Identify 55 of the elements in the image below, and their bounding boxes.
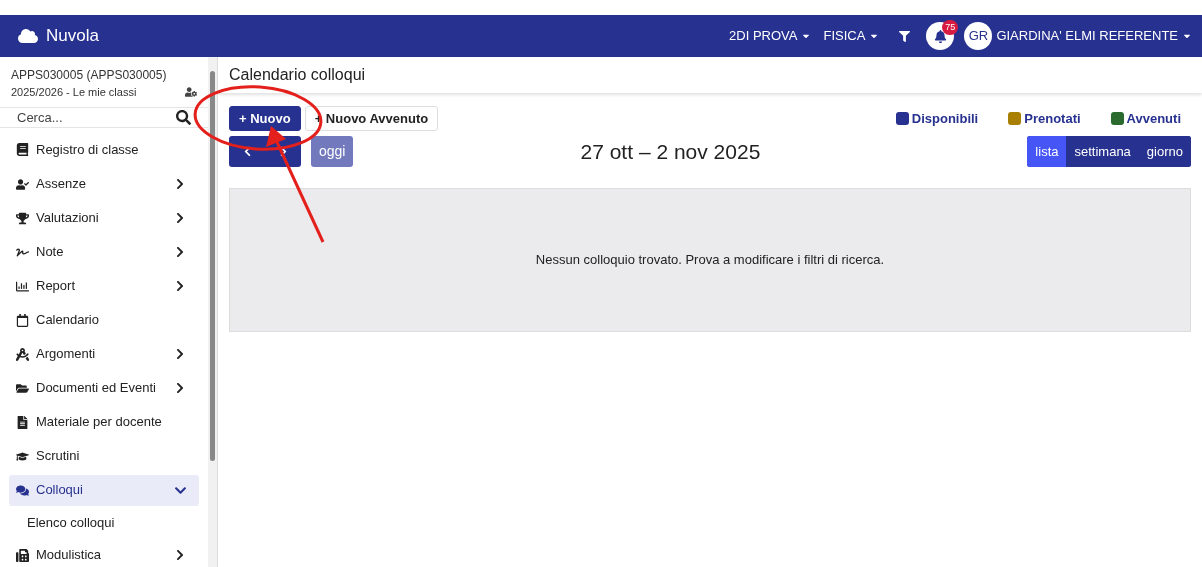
document-icon [16,415,29,429]
sidebar-item[interactable]: Registro di classe [9,134,199,165]
sidebar-item[interactable]: Modulistica [9,539,199,567]
chevron-right-icon [174,178,186,190]
trophy-icon [16,211,29,225]
sidebar-item[interactable]: Calendario [9,304,199,336]
filter-icon[interactable] [899,30,911,42]
view-tab[interactable]: lista [1027,136,1067,168]
app-name[interactable]: Nuvola [46,23,99,49]
empty-message: Nessun colloquio trovato. Prova a modificare i filtri di ricerca. [535,250,885,269]
search-icon[interactable] [176,109,191,125]
folder-icon [16,381,29,395]
compass-icon [16,347,29,361]
legend-label: Prenotati [1024,109,1081,128]
user-settings-icon[interactable] [185,86,197,99]
user-menu[interactable]: GIARDINA' ELMI REFERENTE [996,26,1192,46]
sidebar-item[interactable]: Documenti ed Eventi [9,372,199,404]
sidebar-item[interactable]: Note [9,236,199,268]
legend-label: Avvenuti [1126,109,1181,128]
new-button[interactable]: + Nuovo [229,106,301,131]
sidebar-item[interactable]: Report [9,270,199,302]
notifications-button[interactable] [926,22,955,50]
cloud-icon [18,26,38,46]
user-check-icon [16,177,29,191]
today-button[interactable]: oggi [311,136,354,168]
calendar-icon [16,313,29,327]
chevron-right-icon [174,246,186,258]
bar-chart-icon [16,279,29,293]
sidebar-item[interactable]: Assenze [9,168,199,200]
chat-bubbles-icon [16,483,29,497]
sidebar-item[interactable]: Materiale per docente [9,406,199,438]
user-avatar[interactable]: GR [964,22,993,50]
chevron-right-icon [174,382,186,394]
sidebar-item[interactable]: Valutazioni [9,202,199,234]
legend-label: Disponibili [911,109,979,128]
bell-icon [933,29,947,43]
sidebar-item[interactable]: Argomenti [9,338,199,370]
notification-badge: 75 [942,19,959,35]
chevron-right-icon [174,348,186,360]
page-title: Calendario colloqui [229,65,366,85]
chevron-right-icon [174,212,186,224]
date-range: 27 ott – 2 nov 2025 [580,139,762,165]
header-dropdown[interactable]: FISICA [823,26,880,46]
sidebar-item[interactable]: Scrutini [9,440,199,472]
school-code: APPS030005 (APPS030005) [11,67,168,84]
sidebar-item[interactable]: Colloqui [9,474,199,506]
search-field[interactable]: Cerca... [17,107,176,127]
school-year[interactable]: 2025/2026 - Le mie classi [11,84,137,101]
header-dropdown[interactable]: 2DI PROVA [729,26,812,46]
book-icon [16,143,29,156]
chevron-right-icon [174,280,186,292]
chevron-right-icon [174,549,186,561]
fax-icon [16,548,29,562]
sidebar-subitem[interactable]: Elenco colloqui [27,507,208,538]
scrollbar[interactable] [208,57,218,567]
